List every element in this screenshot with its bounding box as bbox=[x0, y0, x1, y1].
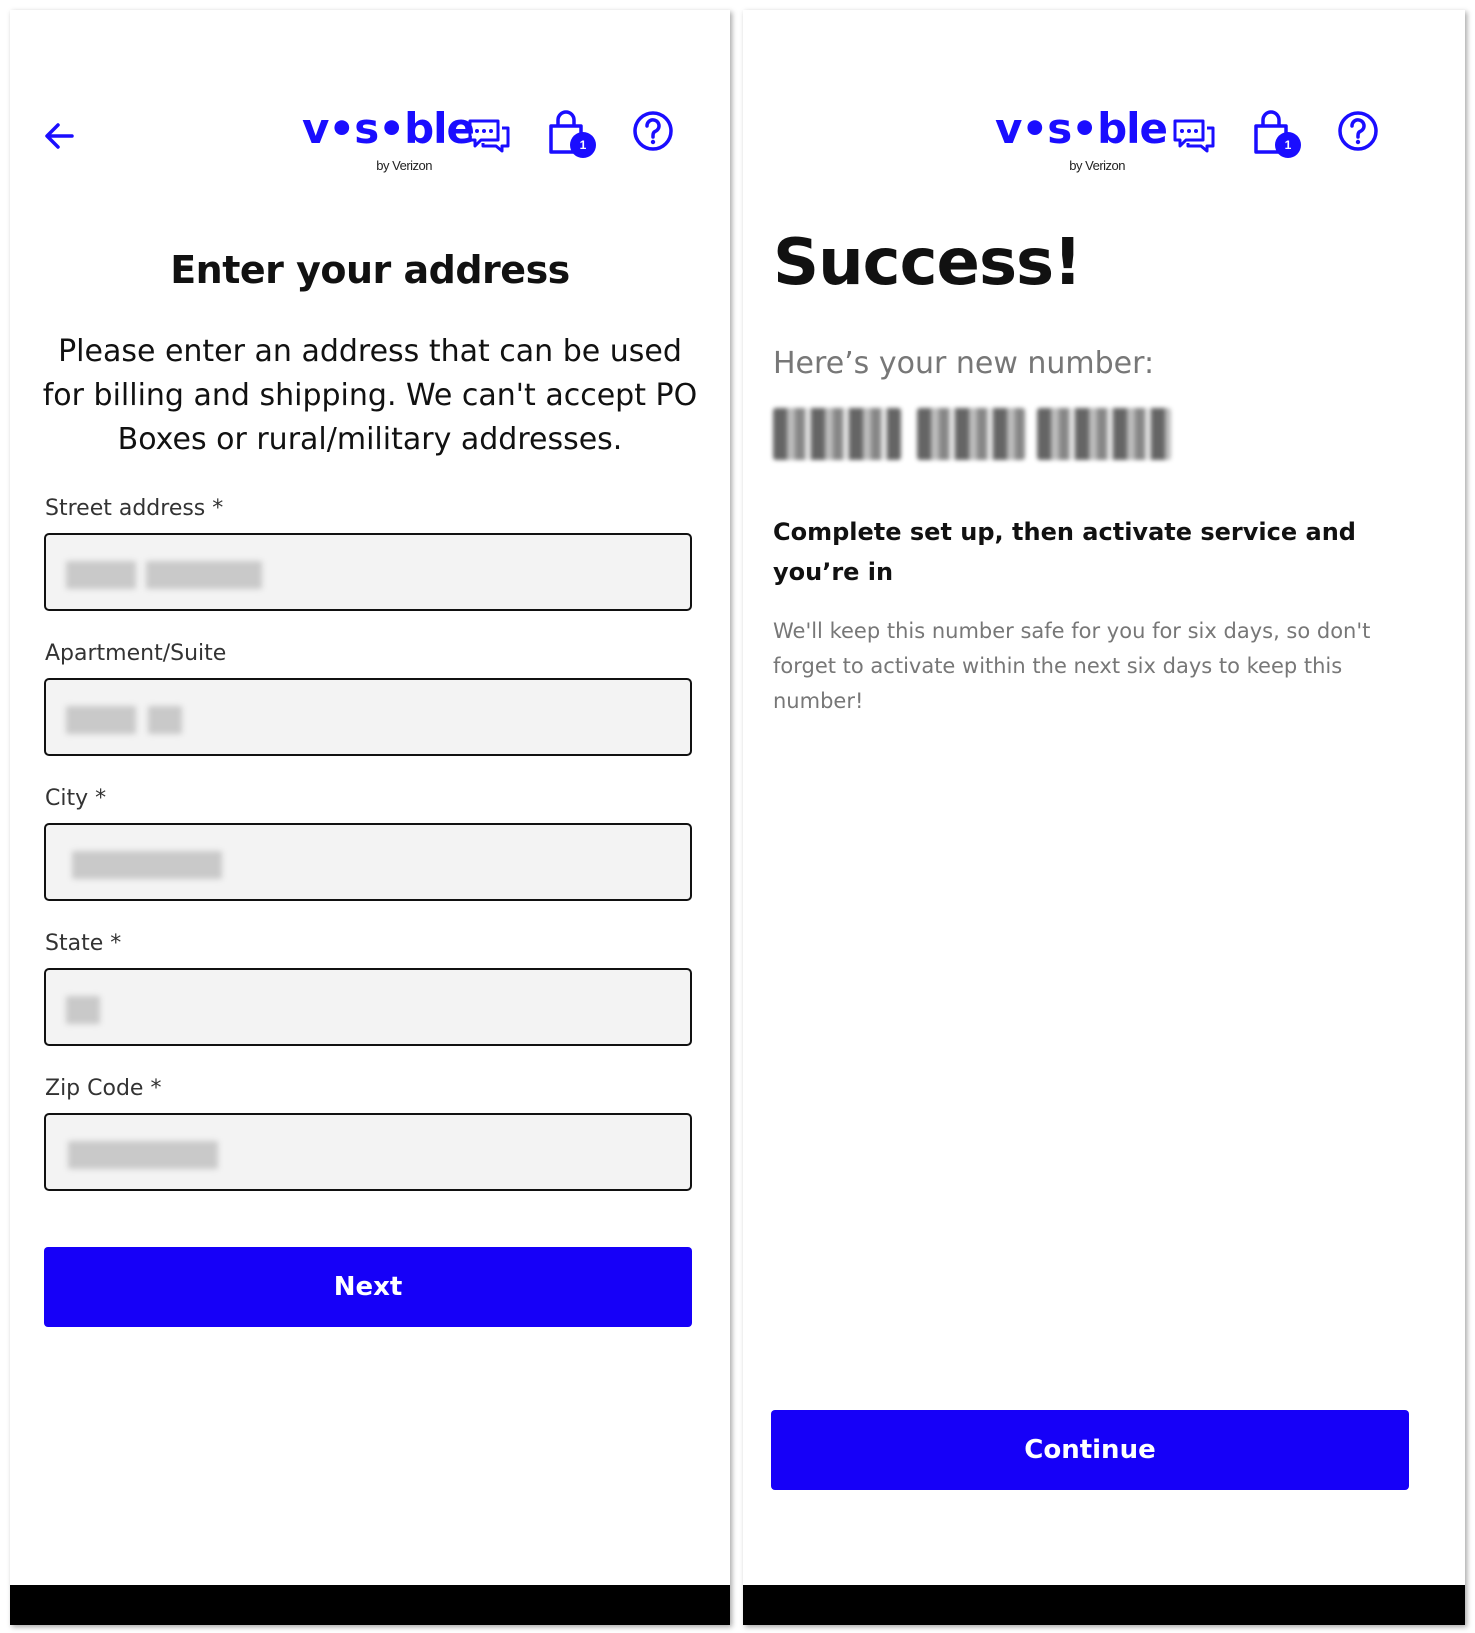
street-address-input[interactable] bbox=[46, 535, 690, 609]
help-button[interactable] bbox=[632, 110, 674, 152]
redacted-value bbox=[917, 408, 1025, 460]
new-phone-number bbox=[773, 402, 1193, 466]
redacted-value bbox=[773, 408, 901, 460]
question-circle-icon bbox=[633, 111, 673, 151]
state-input[interactable] bbox=[46, 970, 690, 1044]
zip-code-label: Zip Code * bbox=[45, 1076, 162, 1101]
next-button[interactable]: Next bbox=[44, 1247, 692, 1327]
zip-code-field[interactable] bbox=[44, 1113, 692, 1191]
zip-code-input[interactable] bbox=[46, 1115, 690, 1189]
apartment-label: Apartment/Suite bbox=[45, 641, 227, 666]
success-screen: v•s•ble by Verizon 1 Success! Here’s you… bbox=[743, 10, 1465, 1625]
question-circle-icon bbox=[1338, 111, 1378, 151]
logo-byline: by Verizon bbox=[376, 158, 432, 173]
logo-wordmark: v•s•ble bbox=[302, 104, 475, 153]
help-button[interactable] bbox=[1337, 110, 1379, 152]
state-field[interactable] bbox=[44, 968, 692, 1046]
continue-button[interactable]: Continue bbox=[771, 1410, 1409, 1490]
chat-bubbles-icon bbox=[468, 119, 510, 153]
chat-button[interactable] bbox=[1171, 116, 1217, 156]
visible-logo: v•s•ble by Verizon bbox=[302, 104, 475, 176]
chat-bubbles-icon bbox=[1173, 119, 1215, 153]
redacted-value bbox=[1037, 408, 1171, 460]
apartment-field[interactable] bbox=[44, 678, 692, 756]
back-button[interactable] bbox=[40, 116, 80, 156]
setup-heading: Complete set up, then activate service a… bbox=[773, 518, 1356, 586]
apartment-input[interactable] bbox=[46, 680, 690, 754]
navigation-bar bbox=[743, 1585, 1465, 1625]
cart-count-badge: 1 bbox=[1275, 132, 1301, 158]
state-label: State * bbox=[45, 931, 122, 956]
navigation-bar bbox=[10, 1585, 730, 1625]
cart-button[interactable]: 1 bbox=[1251, 110, 1303, 162]
logo-byline: by Verizon bbox=[1069, 158, 1125, 173]
city-field[interactable] bbox=[44, 823, 692, 901]
success-title: Success! bbox=[773, 226, 1082, 300]
city-input[interactable] bbox=[46, 825, 690, 899]
visible-logo: v•s•ble by Verizon bbox=[995, 104, 1168, 176]
new-number-label: Here’s your new number: bbox=[773, 346, 1155, 381]
logo-wordmark: v•s•ble bbox=[995, 104, 1168, 153]
address-instructions: Please enter an address that can be used… bbox=[42, 334, 698, 457]
cart-count-badge: 1 bbox=[570, 132, 596, 158]
street-address-field[interactable] bbox=[44, 533, 692, 611]
city-label: City * bbox=[45, 786, 107, 811]
page-title: Enter your address bbox=[170, 248, 570, 292]
street-address-label: Street address * bbox=[45, 496, 224, 521]
chat-button[interactable] bbox=[466, 116, 512, 156]
arrow-left-icon bbox=[45, 123, 74, 149]
cart-button[interactable]: 1 bbox=[546, 110, 598, 162]
number-hold-note: We'll keep this number safe for you for … bbox=[773, 619, 1371, 713]
address-screen: v•s•ble by Verizon 1 Enter your address … bbox=[10, 10, 730, 1625]
